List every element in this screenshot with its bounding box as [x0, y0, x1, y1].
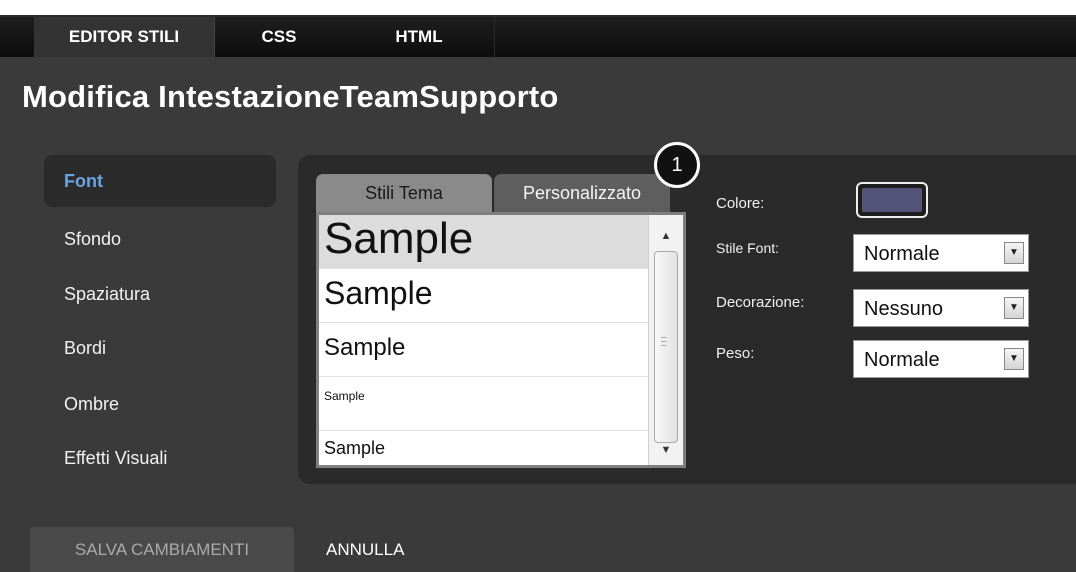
- color-label: Colore:: [716, 195, 765, 212]
- save-changes-button[interactable]: SALVA CAMBIAMENTI: [30, 527, 294, 572]
- tab-css[interactable]: CSS: [214, 17, 344, 57]
- scrollbar[interactable]: ▲ – – – ▼: [648, 215, 683, 465]
- list-item-sample[interactable]: Sample: [319, 269, 649, 323]
- decoration-select[interactable]: Nessuno ▼: [853, 289, 1029, 327]
- decoration-label: Decorazione:: [716, 294, 805, 311]
- dropdown-arrow-icon[interactable]: ▼: [1004, 348, 1024, 370]
- sidebar-item-bordi[interactable]: Bordi: [44, 322, 276, 374]
- weight-label: Peso:: [716, 345, 755, 362]
- weight-value: Normale: [864, 349, 940, 371]
- dropdown-arrow-icon[interactable]: ▼: [1004, 297, 1024, 319]
- tab-stili-tema[interactable]: Stili Tema: [316, 174, 492, 212]
- sidebar-item-effetti-visuali[interactable]: Effetti Visuali: [44, 432, 276, 484]
- font-sample-list[interactable]: Sample Sample Sample Sample Sample ▲ – – –…: [316, 212, 686, 468]
- list-item-sample[interactable]: Sample: [319, 215, 649, 269]
- dropdown-arrow-icon[interactable]: ▼: [1004, 242, 1024, 264]
- sidebar-item-spaziatura[interactable]: Spaziatura: [44, 268, 276, 320]
- list-item-sample[interactable]: Sample: [319, 431, 649, 465]
- sidebar-item-ombre[interactable]: Ombre: [44, 378, 276, 430]
- list-item-sample[interactable]: Sample: [319, 323, 649, 377]
- list-item-sample[interactable]: Sample: [319, 377, 649, 431]
- sidebar-item-font[interactable]: Font: [44, 155, 276, 207]
- cancel-button[interactable]: ANNULLA: [326, 527, 404, 572]
- color-swatch-fill: [862, 188, 922, 212]
- sidebar-item-sfondo[interactable]: Sfondo: [44, 213, 276, 265]
- tab-html[interactable]: HTML: [344, 17, 495, 57]
- tab-personalizzato[interactable]: Personalizzato: [494, 174, 670, 212]
- page-title: Modifica IntestazioneTeamSupporto: [22, 79, 559, 114]
- decoration-value: Nessuno: [864, 298, 943, 320]
- callout-badge: 1: [654, 142, 700, 188]
- font-style-select[interactable]: Normale ▼: [853, 234, 1029, 272]
- scroll-thumb[interactable]: – – –: [654, 251, 678, 443]
- scroll-up-icon[interactable]: ▲: [649, 223, 683, 249]
- color-picker[interactable]: [856, 182, 928, 218]
- grip-icon: – – –: [661, 332, 667, 351]
- tab-editor-stili[interactable]: EDITOR STILI: [34, 17, 215, 57]
- font-style-label: Stile Font:: [716, 240, 780, 256]
- font-style-value: Normale: [864, 243, 940, 265]
- weight-select[interactable]: Normale ▼: [853, 340, 1029, 378]
- scroll-down-icon[interactable]: ▼: [649, 437, 683, 463]
- top-tab-bar: EDITOR STILI CSS HTML: [0, 15, 1076, 57]
